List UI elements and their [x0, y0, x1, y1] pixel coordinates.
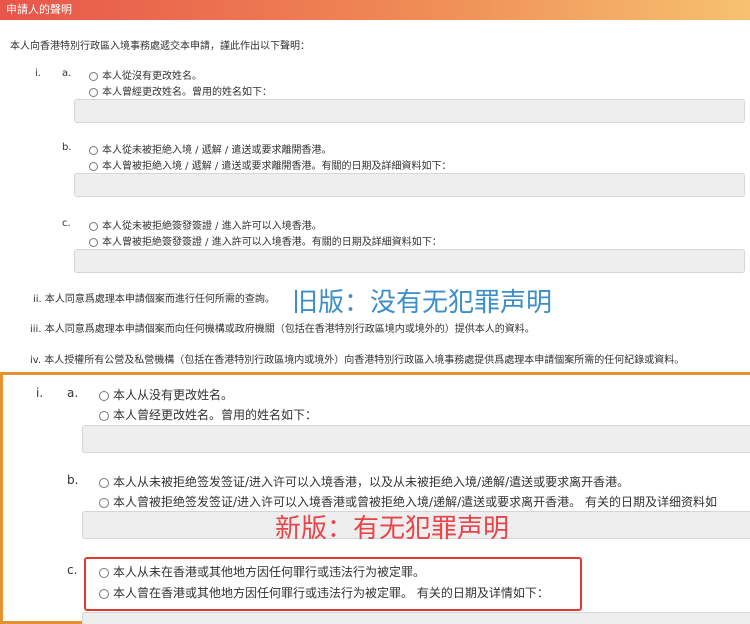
- new-item-c-label: c.: [67, 563, 78, 577]
- old-a-option-1[interactable]: 本人從沒有更改姓名。: [89, 67, 202, 82]
- new-a-option-1[interactable]: 本人从没有更改姓名。: [99, 386, 233, 403]
- radio-button[interactable]: [89, 71, 98, 81]
- old-c-details-input[interactable]: [74, 249, 745, 273]
- declaration-intro: 本人向香港特別行政區入境事務處遞交本申請，謹此作出以下聲明：: [10, 41, 310, 52]
- radio-button[interactable]: [99, 567, 109, 578]
- item-b-label: b.: [62, 142, 72, 153]
- old-b-option-2[interactable]: 本人曾被拒絶入境 / 遞解 / 遣送或要求離開香港。有關的日期及詳細資料如下：: [89, 157, 451, 172]
- radio-button[interactable]: [89, 237, 98, 247]
- old-c-option-2[interactable]: 本人曾被拒絶簽發簽證 / 進入許可以入境香港。有關的日期及詳細資料如下：: [89, 233, 442, 248]
- radio-button[interactable]: [89, 161, 98, 171]
- old-c-option-1[interactable]: 本人從未被拒絶簽發簽證 / 進入許可以入境香港。: [89, 217, 322, 232]
- section-title: 申請人的聲明: [6, 3, 72, 16]
- radio-button[interactable]: [89, 221, 98, 231]
- new-version-annotation: 新版：有无犯罪声明: [275, 514, 510, 544]
- new-item-b-label: b.: [67, 473, 79, 487]
- new-c-option-2[interactable]: 本人曾在香港或其他地方因任何罪行或违法行为被定罪。 有关的日期及详情如下：: [99, 584, 549, 601]
- declaration-ii: ii. 本人同意爲處理本申請個案而進行任何所需的查詢。: [33, 294, 275, 305]
- new-b-option-1[interactable]: 本人从未被拒绝签发签证/进入许可以入境香港，以及从未被拒绝入境/递解/遣送或要求…: [99, 473, 629, 490]
- item-a-label: a.: [62, 68, 72, 79]
- section-header: 申請人的聲明: [0, 0, 750, 20]
- radio-button[interactable]: [99, 497, 109, 508]
- new-item-i-label: i.: [36, 386, 44, 400]
- old-version-annotation: 旧版：没有无犯罪声明: [292, 288, 553, 318]
- new-item-a-label: a.: [67, 386, 79, 400]
- old-a-option-2[interactable]: 本人曾經更改姓名。曾用的姓名如下：: [89, 83, 272, 98]
- declaration-iv: iv. 本人授權所有公營及私營機構（包括在香港特別行政區境内或境外）向香港特別行…: [30, 355, 685, 366]
- new-c-option-1[interactable]: 本人从未在香港或其他地方因任何罪行或违法行为被定罪。: [99, 563, 425, 580]
- new-c-details-input[interactable]: [82, 612, 750, 624]
- new-a-name-input[interactable]: [82, 425, 750, 453]
- radio-button[interactable]: [99, 477, 109, 488]
- new-a-option-2[interactable]: 本人曾经更改姓名。曾用的姓名如下：: [99, 406, 317, 423]
- radio-button[interactable]: [99, 588, 109, 599]
- old-b-option-1[interactable]: 本人從未被拒絶入境 / 遞解 / 遣送或要求離開香港。: [89, 141, 331, 156]
- declaration-iii: iii. 本人同意爲處理本申請個案而向任何機構或政府機關（包括在香港特別行政區境…: [30, 324, 535, 335]
- old-a-name-input[interactable]: [74, 99, 745, 123]
- radio-button[interactable]: [89, 87, 98, 97]
- radio-button[interactable]: [89, 145, 98, 155]
- radio-button[interactable]: [99, 390, 109, 401]
- radio-button[interactable]: [99, 410, 109, 421]
- item-i-label: i.: [35, 68, 41, 79]
- old-b-details-input[interactable]: [74, 173, 745, 197]
- item-c-label: c.: [62, 218, 71, 229]
